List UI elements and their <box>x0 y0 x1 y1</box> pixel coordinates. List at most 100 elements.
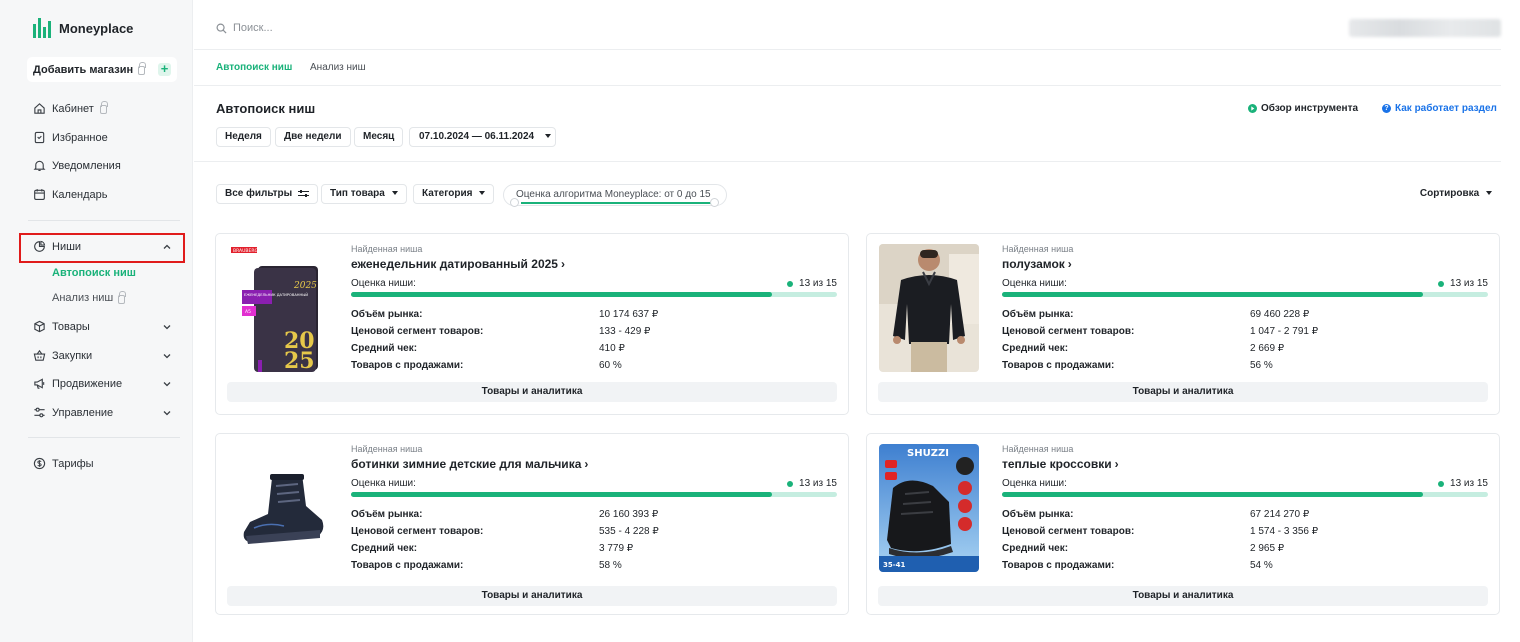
boot-image[interactable] <box>228 444 328 572</box>
score-bar <box>351 492 837 497</box>
sidebar-item-promotion[interactable]: Продвижение <box>33 377 122 390</box>
sneaker-image[interactable]: SHUZZI 35-41 <box>879 444 979 572</box>
niche-title-link[interactable]: теплые кроссовки › <box>1002 457 1119 471</box>
search-placeholder: Поиск... <box>233 22 273 34</box>
score-text: 13 из 15 <box>799 478 837 489</box>
metric-label: Ценовой сегмент товаров: <box>1002 326 1135 337</box>
niche-card: BRAUBERG 2025 20 25 ЕЖЕНЕДЕЛЬНИК ДАТИРОВ… <box>215 233 849 415</box>
metric-value-segment: 1 047 - 2 791 ₽ <box>1250 326 1319 337</box>
metric-label: Ценовой сегмент товаров: <box>351 326 484 337</box>
chevron-right-icon: › <box>1067 257 1072 271</box>
tab-autosearch[interactable]: Автопоиск ниш <box>216 62 292 73</box>
sidebar-item-calendar[interactable]: Календарь <box>33 188 108 201</box>
products-analytics-button[interactable]: Товары и аналитика <box>878 586 1488 606</box>
how-it-works-link[interactable]: ? Как работает раздел <box>1382 103 1497 114</box>
sidebar-item-management[interactable]: Управление <box>33 406 113 419</box>
status-dot-icon <box>787 480 794 487</box>
add-shop-label: Добавить магазин <box>33 63 134 76</box>
date-range-picker[interactable]: 07.10.2024 — 06.11.2024 <box>409 127 556 147</box>
sidebar: Moneyplace Добавить магазин + Кабинет Из… <box>0 0 193 642</box>
basket-icon <box>33 349 46 361</box>
search-input[interactable]: Поиск... <box>216 22 273 34</box>
caret-down-icon <box>544 134 551 139</box>
niche-title-link[interactable]: полузамок › <box>1002 257 1072 271</box>
score-bar <box>1002 292 1488 297</box>
metric-label: Объём рынка: <box>351 509 423 520</box>
score-filter-from: 0 <box>676 189 683 200</box>
score-filter-to: 15 <box>699 189 711 200</box>
metric-label: Объём рынка: <box>1002 309 1074 320</box>
score-text: 13 из 15 <box>1450 478 1488 489</box>
divider <box>194 161 1501 162</box>
sweater-image[interactable] <box>879 244 979 372</box>
chevron-down-icon[interactable] <box>162 408 172 418</box>
top-bar: Поиск... <box>194 0 1501 50</box>
score-text: 13 из 15 <box>1450 278 1488 289</box>
category-dropdown[interactable]: Категория <box>413 184 495 204</box>
score-value: 13 из 15 <box>1438 478 1488 489</box>
plus-icon[interactable]: + <box>158 62 171 76</box>
score-filter-prefix: Оценка алгоритма Moneyplace: от <box>516 189 675 200</box>
slider-max-handle[interactable] <box>710 198 719 207</box>
app-logo[interactable]: Moneyplace <box>33 18 133 38</box>
section-tabs: Автопоиск ниш Анализ ниш <box>194 50 1501 86</box>
how-it-works-label: Как работает раздел <box>1395 103 1497 114</box>
chevron-down-icon[interactable] <box>162 322 172 332</box>
period-month-button[interactable]: Месяц <box>354 127 404 147</box>
sneaker-brand: SHUZZI <box>907 448 949 459</box>
lock-icon <box>138 62 147 75</box>
tool-overview-link[interactable]: Обзор инструмента <box>1248 103 1358 114</box>
chevron-down-icon[interactable] <box>162 379 172 389</box>
sidebar-subitem-niche-analysis[interactable]: Анализ ниш <box>52 290 127 304</box>
slider-min-handle[interactable] <box>510 198 519 207</box>
product-type-dropdown[interactable]: Тип товара <box>321 184 407 204</box>
products-analytics-button[interactable]: Товары и аналитика <box>227 586 837 606</box>
chevron-right-icon: › <box>1114 457 1119 471</box>
score-label: Оценка ниши: <box>351 278 416 289</box>
niche-title: теплые кроссовки <box>1002 457 1112 471</box>
metric-value-avg-check: 3 779 ₽ <box>599 543 634 554</box>
products-analytics-button[interactable]: Товары и аналитика <box>227 382 837 402</box>
metric-value-with-sales: 60 % <box>599 360 622 371</box>
niche-title-link[interactable]: ботинки зимние детские для мальчика › <box>351 457 588 471</box>
bell-icon <box>33 160 46 171</box>
sidebar-item-purchases[interactable]: Закупки <box>33 349 92 362</box>
all-filters-button[interactable]: Все фильтры <box>216 184 318 204</box>
status-dot-icon <box>1438 280 1445 287</box>
sidebar-item-label: Закупки <box>52 349 93 362</box>
add-shop-button[interactable]: Добавить магазин + <box>27 57 177 82</box>
sidebar-item-notifications[interactable]: Уведомления <box>33 159 121 172</box>
products-analytics-button[interactable]: Товары и аналитика <box>878 382 1488 402</box>
score-value: 13 из 15 <box>787 478 837 489</box>
bookmark-icon <box>34 131 45 144</box>
sort-label: Сортировка <box>1419 188 1480 199</box>
status-dot-icon <box>787 280 794 287</box>
sidebar-item-label: Тарифы <box>52 457 94 470</box>
tab-niche-analysis[interactable]: Анализ ниш <box>310 62 366 73</box>
sidebar-item-products[interactable]: Товары <box>33 320 90 333</box>
search-icon <box>216 23 227 34</box>
period-week-button[interactable]: Неделя <box>216 127 271 147</box>
metric-value-with-sales: 58 % <box>599 560 622 571</box>
niche-title: еженедельник датированный 2025 <box>351 257 558 271</box>
sidebar-item-cabinet[interactable]: Кабинет <box>33 101 108 115</box>
planner-image[interactable]: BRAUBERG 2025 20 25 ЕЖЕНЕДЕЛЬНИК ДАТИРОВ… <box>228 244 328 372</box>
user-profile-blurred[interactable] <box>1349 19 1501 37</box>
score-range-slider[interactable]: Оценка алгоритма Moneyplace: от 0 до 15 <box>503 184 727 207</box>
metric-label: Средний чек: <box>1002 343 1069 354</box>
chevron-down-icon[interactable] <box>162 351 172 361</box>
niche-title-link[interactable]: еженедельник датированный 2025 › <box>351 257 565 271</box>
niche-card: Найденная ниша полузамок › Оценка ниши: 1… <box>866 233 1500 415</box>
score-value: 13 из 15 <box>1438 278 1488 289</box>
status-dot-icon <box>1438 480 1445 487</box>
sidebar-item-favorites[interactable]: Избранное <box>33 131 108 144</box>
score-bar-fill <box>351 492 773 497</box>
sidebar-item-tariffs[interactable]: Тарифы <box>33 457 94 470</box>
sidebar-subitem-autosearch[interactable]: Автопоиск ниш <box>52 267 136 279</box>
sort-dropdown[interactable]: Сортировка <box>1420 188 1492 199</box>
period-two-weeks-button[interactable]: Две недели <box>275 127 351 147</box>
card-kicker: Найденная ниша <box>1002 444 1074 454</box>
card-kicker: Найденная ниша <box>351 244 423 254</box>
score-bar <box>1002 492 1488 497</box>
metric-label: Товаров с продажами: <box>1002 360 1115 371</box>
